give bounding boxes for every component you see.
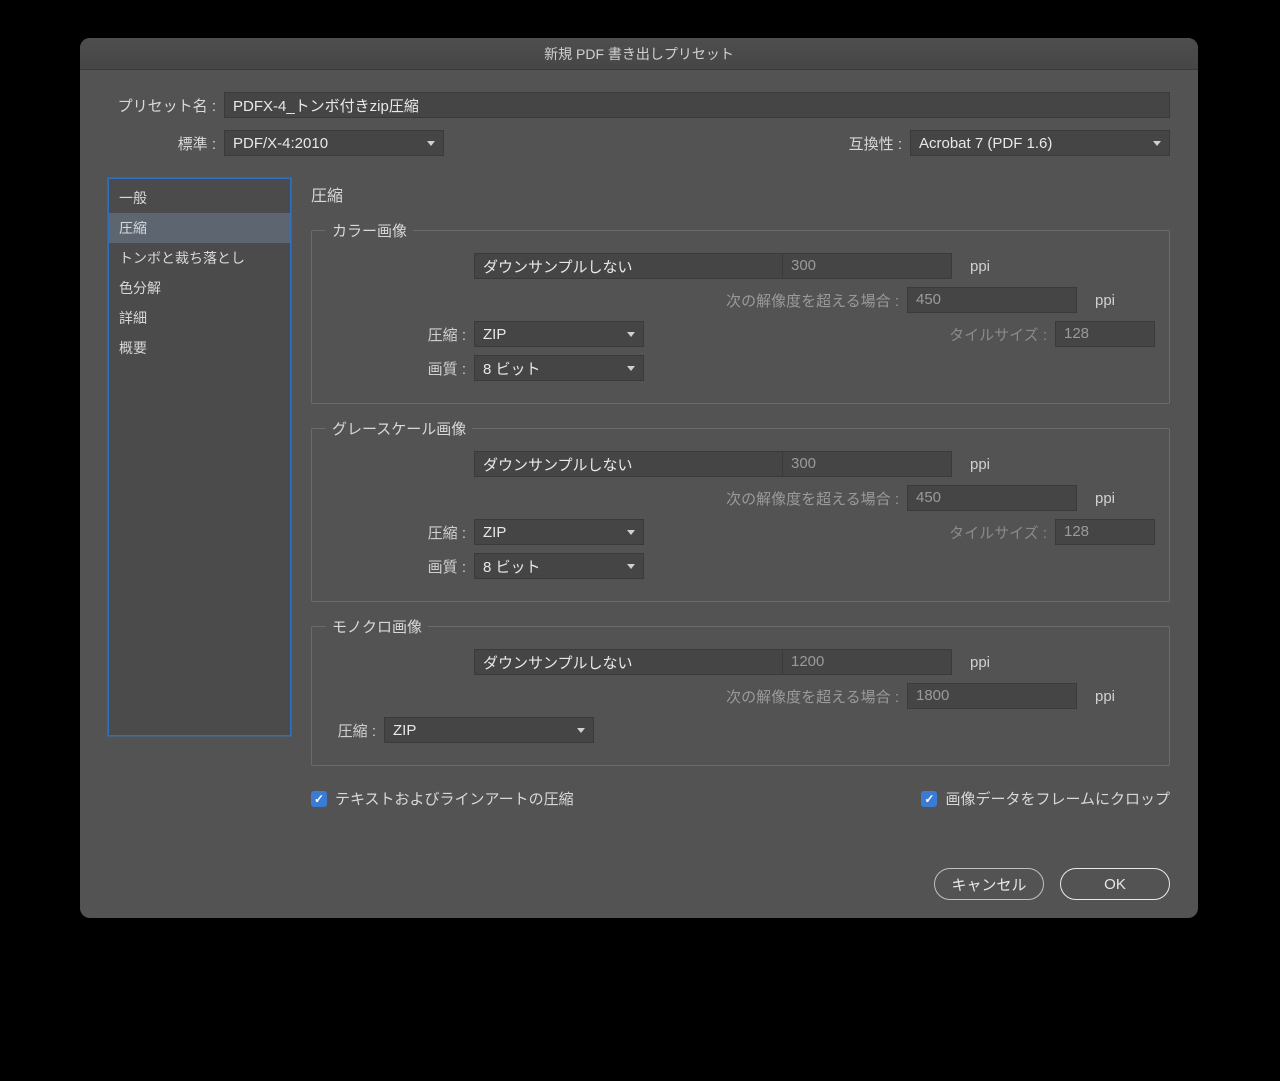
crop-image-data-checkbox[interactable]: ✓ 画像データをフレームにクロップ bbox=[921, 788, 1170, 809]
gray-compression-label: 圧縮 : bbox=[326, 522, 466, 543]
title-bar: 新規 PDF 書き出しプリセット bbox=[80, 38, 1198, 70]
preset-name-input[interactable] bbox=[224, 92, 1170, 118]
checkmark-icon: ✓ bbox=[311, 791, 327, 807]
color-tilesize-label: タイルサイズ : bbox=[937, 324, 1047, 345]
color-compression-label: 圧縮 : bbox=[326, 324, 466, 345]
color-images-group: カラー画像 ダウンサンプルしない 300 ppi 次の解像度を超える場合 : 4… bbox=[311, 220, 1170, 404]
mono-ppi-input[interactable]: 1200 bbox=[782, 649, 952, 675]
color-compression-select[interactable]: ZIP bbox=[474, 321, 644, 347]
gray-tilesize-label: タイルサイズ : bbox=[937, 522, 1047, 543]
color-over-ppi-input[interactable]: 450 bbox=[907, 287, 1077, 313]
compress-text-art-checkbox[interactable]: ✓ テキストおよびラインアートの圧縮 bbox=[311, 788, 574, 809]
ok-button[interactable]: OK bbox=[1060, 868, 1170, 900]
color-tilesize-input: 128 bbox=[1055, 321, 1155, 347]
gray-quality-select[interactable]: 8 ビット bbox=[474, 553, 644, 579]
gray-ppi-input[interactable]: 300 bbox=[782, 451, 952, 477]
monochrome-images-group: モノクロ画像 ダウンサンプルしない 1200 ppi 次の解像度を超える場合 :… bbox=[311, 616, 1170, 766]
chevron-down-icon bbox=[627, 366, 635, 371]
sidebar-item-general[interactable]: 一般 bbox=[109, 183, 290, 213]
sidebar-item-advanced[interactable]: 詳細 bbox=[109, 303, 290, 333]
gray-over-label: 次の解像度を超える場合 : bbox=[326, 488, 899, 509]
standard-select[interactable]: PDF/X-4:2010 bbox=[224, 130, 444, 156]
cancel-button[interactable]: キャンセル bbox=[934, 868, 1044, 900]
mono-compression-label: 圧縮 : bbox=[326, 720, 376, 741]
gray-quality-label: 画質 : bbox=[326, 556, 466, 577]
color-over-label: 次の解像度を超える場合 : bbox=[326, 290, 899, 311]
chevron-down-icon bbox=[627, 332, 635, 337]
color-legend: カラー画像 bbox=[326, 220, 413, 241]
mono-compression-select[interactable]: ZIP bbox=[384, 717, 594, 743]
chevron-down-icon bbox=[577, 728, 585, 733]
main-panel: 圧縮 カラー画像 ダウンサンプルしない 300 ppi 次の解像度を超える場合 … bbox=[311, 178, 1170, 838]
preset-name-label: プリセット名 : bbox=[108, 95, 216, 116]
mono-over-ppi-input[interactable]: 1800 bbox=[907, 683, 1077, 709]
chevron-down-icon bbox=[627, 530, 635, 535]
standard-label: 標準 : bbox=[108, 133, 216, 154]
color-quality-label: 画質 : bbox=[326, 358, 466, 379]
chevron-down-icon bbox=[627, 564, 635, 569]
sidebar-item-marks-bleed[interactable]: トンボと裁ち落とし bbox=[109, 243, 290, 273]
standard-value: PDF/X-4:2010 bbox=[233, 135, 328, 152]
compat-label: 互換性 : bbox=[849, 133, 902, 154]
sidebar: 一般 圧縮 トンボと裁ち落とし 色分解 詳細 概要 bbox=[108, 178, 291, 736]
sidebar-item-compression[interactable]: 圧縮 bbox=[109, 213, 290, 243]
compat-value: Acrobat 7 (PDF 1.6) bbox=[919, 135, 1052, 152]
mono-legend: モノクロ画像 bbox=[326, 616, 428, 637]
ppi-unit: ppi bbox=[970, 258, 1030, 275]
gray-over-ppi-input[interactable]: 450 bbox=[907, 485, 1077, 511]
sidebar-item-output[interactable]: 色分解 bbox=[109, 273, 290, 303]
chevron-down-icon bbox=[427, 141, 435, 146]
color-quality-select[interactable]: 8 ビット bbox=[474, 355, 644, 381]
dialog-window: 新規 PDF 書き出しプリセット プリセット名 : 標準 : PDF/X-4:2… bbox=[80, 38, 1198, 918]
panel-title: 圧縮 bbox=[311, 182, 1170, 206]
color-ppi-input[interactable]: 300 bbox=[782, 253, 952, 279]
gray-tilesize-input: 128 bbox=[1055, 519, 1155, 545]
mono-over-label: 次の解像度を超える場合 : bbox=[326, 686, 899, 707]
chevron-down-icon bbox=[1153, 141, 1161, 146]
sidebar-item-summary[interactable]: 概要 bbox=[109, 333, 290, 363]
grayscale-images-group: グレースケール画像 ダウンサンプルしない 300 ppi 次の解像度を超える場合… bbox=[311, 418, 1170, 602]
gray-legend: グレースケール画像 bbox=[326, 418, 472, 439]
compat-select[interactable]: Acrobat 7 (PDF 1.6) bbox=[910, 130, 1170, 156]
gray-compression-select[interactable]: ZIP bbox=[474, 519, 644, 545]
checkmark-icon: ✓ bbox=[921, 791, 937, 807]
dialog-content: プリセット名 : 標準 : PDF/X-4:2010 互換性 : Acrobat… bbox=[80, 70, 1198, 918]
window-title: 新規 PDF 書き出しプリセット bbox=[544, 44, 734, 64]
